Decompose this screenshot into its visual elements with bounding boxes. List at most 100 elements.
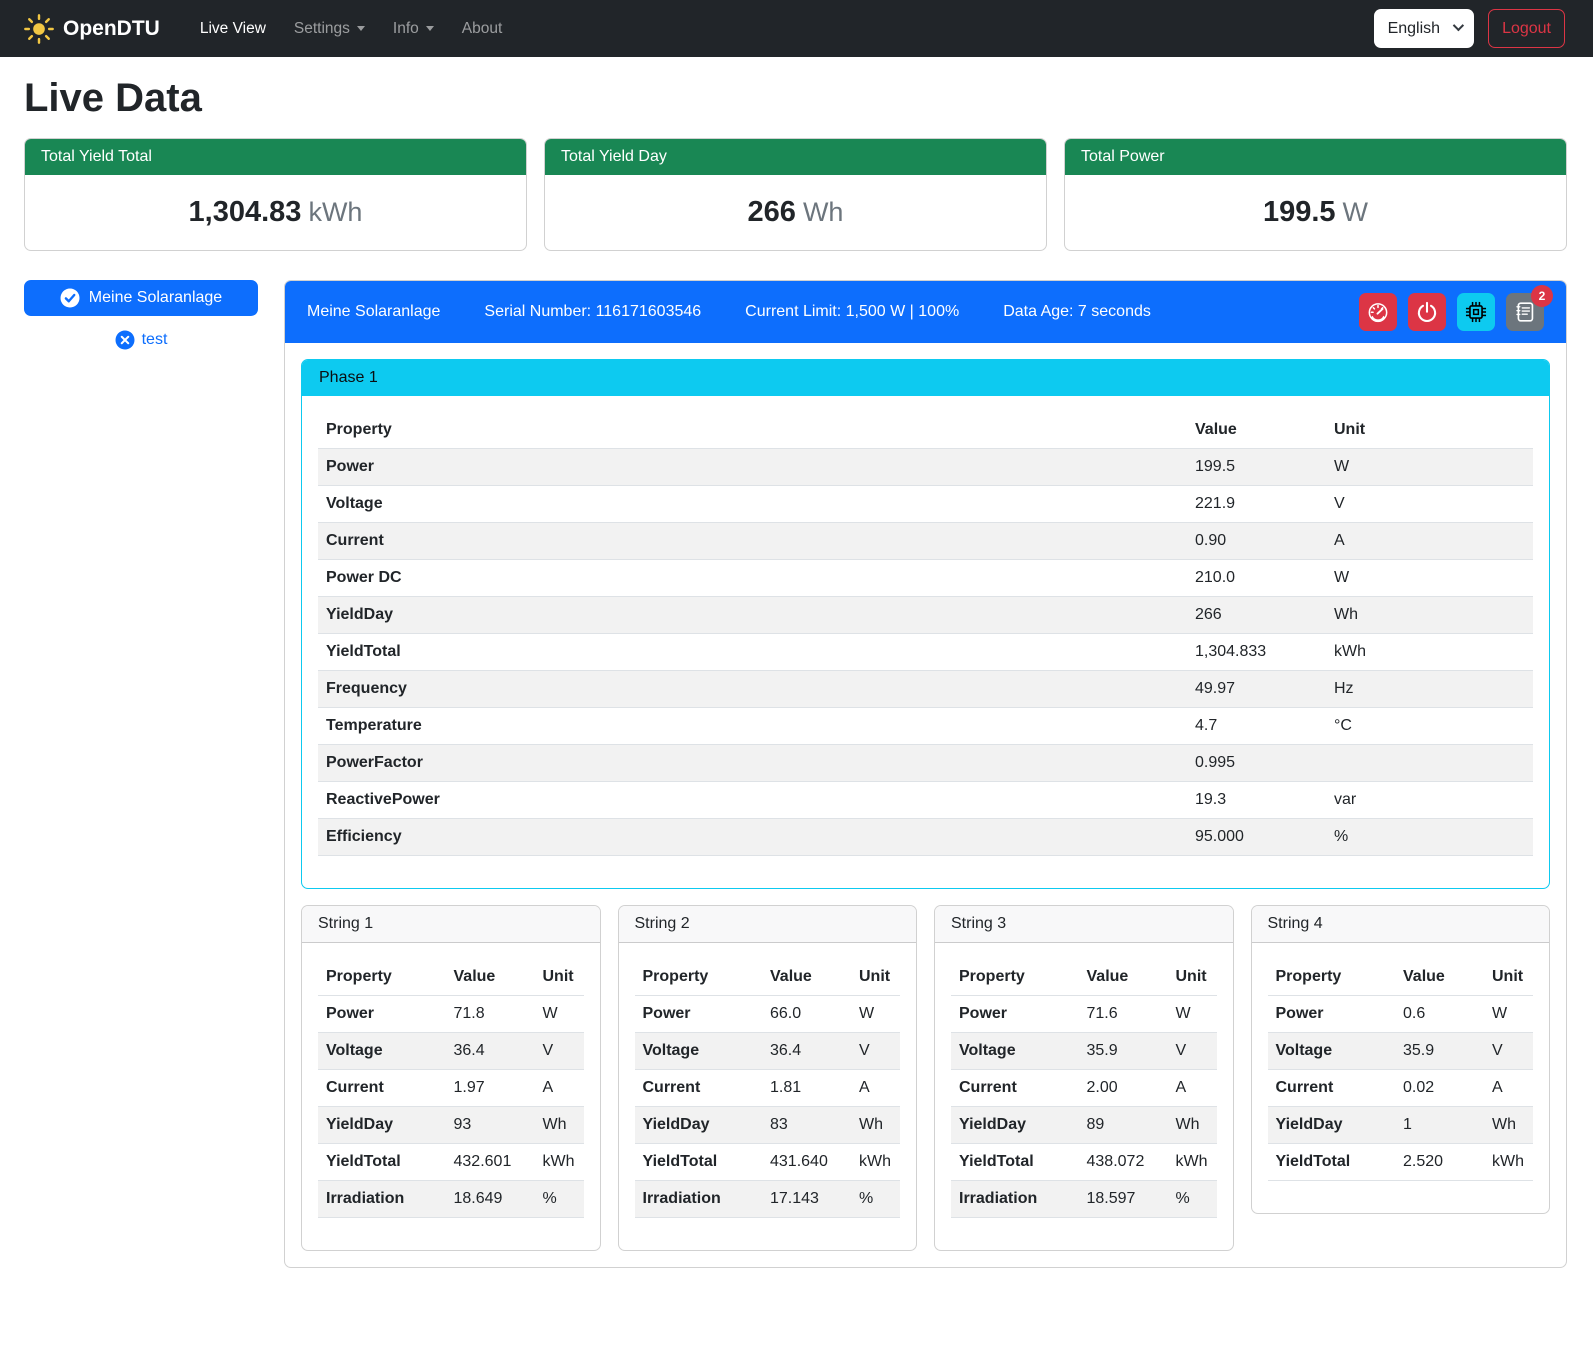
unit-cell: Wh	[528, 1107, 584, 1144]
card-body: 199.5W	[1065, 175, 1566, 250]
string-body: Property Value Unit Power71.6WVoltage35.…	[935, 943, 1233, 1250]
value-cell: 2.00	[1079, 1070, 1161, 1107]
table-row: YieldTotal431.640kWh	[635, 1144, 901, 1181]
unit-cell: V	[1317, 486, 1533, 523]
power-icon	[1416, 301, 1438, 323]
check-circle-icon	[60, 288, 80, 308]
unit-cell: Wh	[1477, 1107, 1533, 1144]
table-row: YieldDay93Wh	[318, 1107, 584, 1144]
x-circle-icon	[115, 330, 135, 350]
card-body: 1,304.83kWh	[25, 175, 526, 250]
property-cell: PowerFactor	[318, 745, 1187, 782]
table-row: YieldTotal1,304.833kWh	[318, 634, 1533, 671]
value-cell: 35.9	[1079, 1033, 1161, 1070]
event-log-button[interactable]: 2	[1506, 293, 1544, 331]
property-cell: YieldDay	[318, 1107, 446, 1144]
property-cell: Frequency	[318, 671, 1187, 708]
logout-button[interactable]: Logout	[1488, 9, 1565, 48]
value-cell: 18.597	[1079, 1181, 1161, 1218]
property-cell: Irradiation	[318, 1181, 446, 1218]
property-cell: Power	[635, 996, 763, 1033]
string-table: Property Value Unit Power66.0WVoltage36.…	[635, 959, 901, 1218]
table-header-row: Property Value Unit	[635, 959, 901, 996]
property-cell: Current	[1268, 1070, 1396, 1107]
language-select[interactable]: English	[1374, 9, 1474, 48]
inverter-name: Meine Solaranlage	[307, 303, 440, 321]
journal-text-icon	[1514, 301, 1536, 323]
card-unit: Wh	[803, 197, 844, 227]
power-button[interactable]	[1408, 293, 1446, 331]
phase-title: Phase 1	[302, 360, 1549, 396]
inverter-serial: Serial Number: 116171603546	[484, 303, 701, 321]
chevron-down-icon	[1453, 20, 1464, 31]
unit-cell: A	[844, 1070, 900, 1107]
total-yield-total-card: Total Yield Total 1,304.83kWh	[24, 138, 527, 251]
column-unit: Unit	[844, 959, 900, 996]
inverter-select-button[interactable]: Meine Solaranlage	[24, 280, 258, 316]
column-property: Property	[318, 412, 1187, 449]
string-card: String 1 Property Value Unit	[301, 905, 601, 1251]
string-body: Property Value Unit Power66.0WVoltage36.…	[619, 943, 917, 1250]
property-cell: YieldTotal	[318, 1144, 446, 1181]
nav-item-about[interactable]: About	[448, 12, 517, 46]
card-header: Total Yield Total	[25, 139, 526, 175]
string-body: Property Value Unit Power0.6WVoltage35.9…	[1252, 943, 1550, 1213]
value-cell: 89	[1079, 1107, 1161, 1144]
table-row: Voltage35.9V	[1268, 1033, 1534, 1070]
property-cell: YieldTotal	[1268, 1144, 1396, 1181]
gauge-icon	[1367, 301, 1389, 323]
table-row: Voltage36.4V	[318, 1033, 584, 1070]
unit-cell: A	[1161, 1070, 1217, 1107]
value-cell: 71.8	[446, 996, 528, 1033]
table-row: Irradiation17.143%	[635, 1181, 901, 1218]
table-row: Power66.0W	[635, 996, 901, 1033]
property-cell: Power	[1268, 996, 1396, 1033]
column-property: Property	[1268, 959, 1396, 996]
value-cell: 19.3	[1187, 782, 1317, 819]
table-row: PowerFactor0.995	[318, 745, 1533, 782]
table-row: YieldTotal432.601kWh	[318, 1144, 584, 1181]
table-row: YieldDay266Wh	[318, 597, 1533, 634]
nav-item-settings[interactable]: Settings	[280, 12, 379, 46]
table-row: Current0.90A	[318, 523, 1533, 560]
unit-cell: kWh	[844, 1144, 900, 1181]
value-cell: 49.97	[1187, 671, 1317, 708]
nav-item-live-view[interactable]: Live View	[186, 12, 280, 46]
value-cell: 18.649	[446, 1181, 528, 1218]
unit-cell: Wh	[844, 1107, 900, 1144]
phase-card: Phase 1 Property Value Unit Power199.5WV…	[301, 359, 1550, 889]
unit-cell: kWh	[1161, 1144, 1217, 1181]
value-cell: 1.81	[762, 1070, 844, 1107]
unit-cell: Wh	[1317, 597, 1533, 634]
property-cell: Temperature	[318, 708, 1187, 745]
language-value: English	[1388, 20, 1440, 38]
navbar: OpenDTU Live View Settings Info About En…	[0, 0, 1593, 57]
unit-cell: Hz	[1317, 671, 1533, 708]
unit-cell: kWh	[1477, 1144, 1533, 1181]
app-brand[interactable]: OpenDTU	[24, 14, 160, 44]
unit-cell: %	[1161, 1181, 1217, 1218]
table-row: Voltage35.9V	[951, 1033, 1217, 1070]
inverter-actions: 2	[1359, 293, 1544, 331]
nav-links: Live View Settings Info About	[186, 12, 516, 46]
column-value: Value	[1187, 412, 1317, 449]
limit-settings-button[interactable]	[1359, 293, 1397, 331]
property-cell: Irradiation	[635, 1181, 763, 1218]
value-cell: 66.0	[762, 996, 844, 1033]
nav-item-info[interactable]: Info	[379, 12, 448, 46]
column-property: Property	[951, 959, 1079, 996]
column-unit: Unit	[1317, 412, 1533, 449]
table-row: Irradiation18.649%	[318, 1181, 584, 1218]
unit-cell: A	[1477, 1070, 1533, 1107]
nav-item-label: About	[462, 20, 503, 38]
value-cell: 93	[446, 1107, 528, 1144]
value-cell: 0.995	[1187, 745, 1317, 782]
device-info-button[interactable]	[1457, 293, 1495, 331]
property-cell: Power	[318, 996, 446, 1033]
string-card: String 2 Property Value Unit	[618, 905, 918, 1251]
table-row: Frequency49.97Hz	[318, 671, 1533, 708]
value-cell: 199.5	[1187, 449, 1317, 486]
column-value: Value	[1395, 959, 1477, 996]
value-cell: 36.4	[446, 1033, 528, 1070]
inverter-item-test[interactable]: test	[24, 330, 258, 350]
